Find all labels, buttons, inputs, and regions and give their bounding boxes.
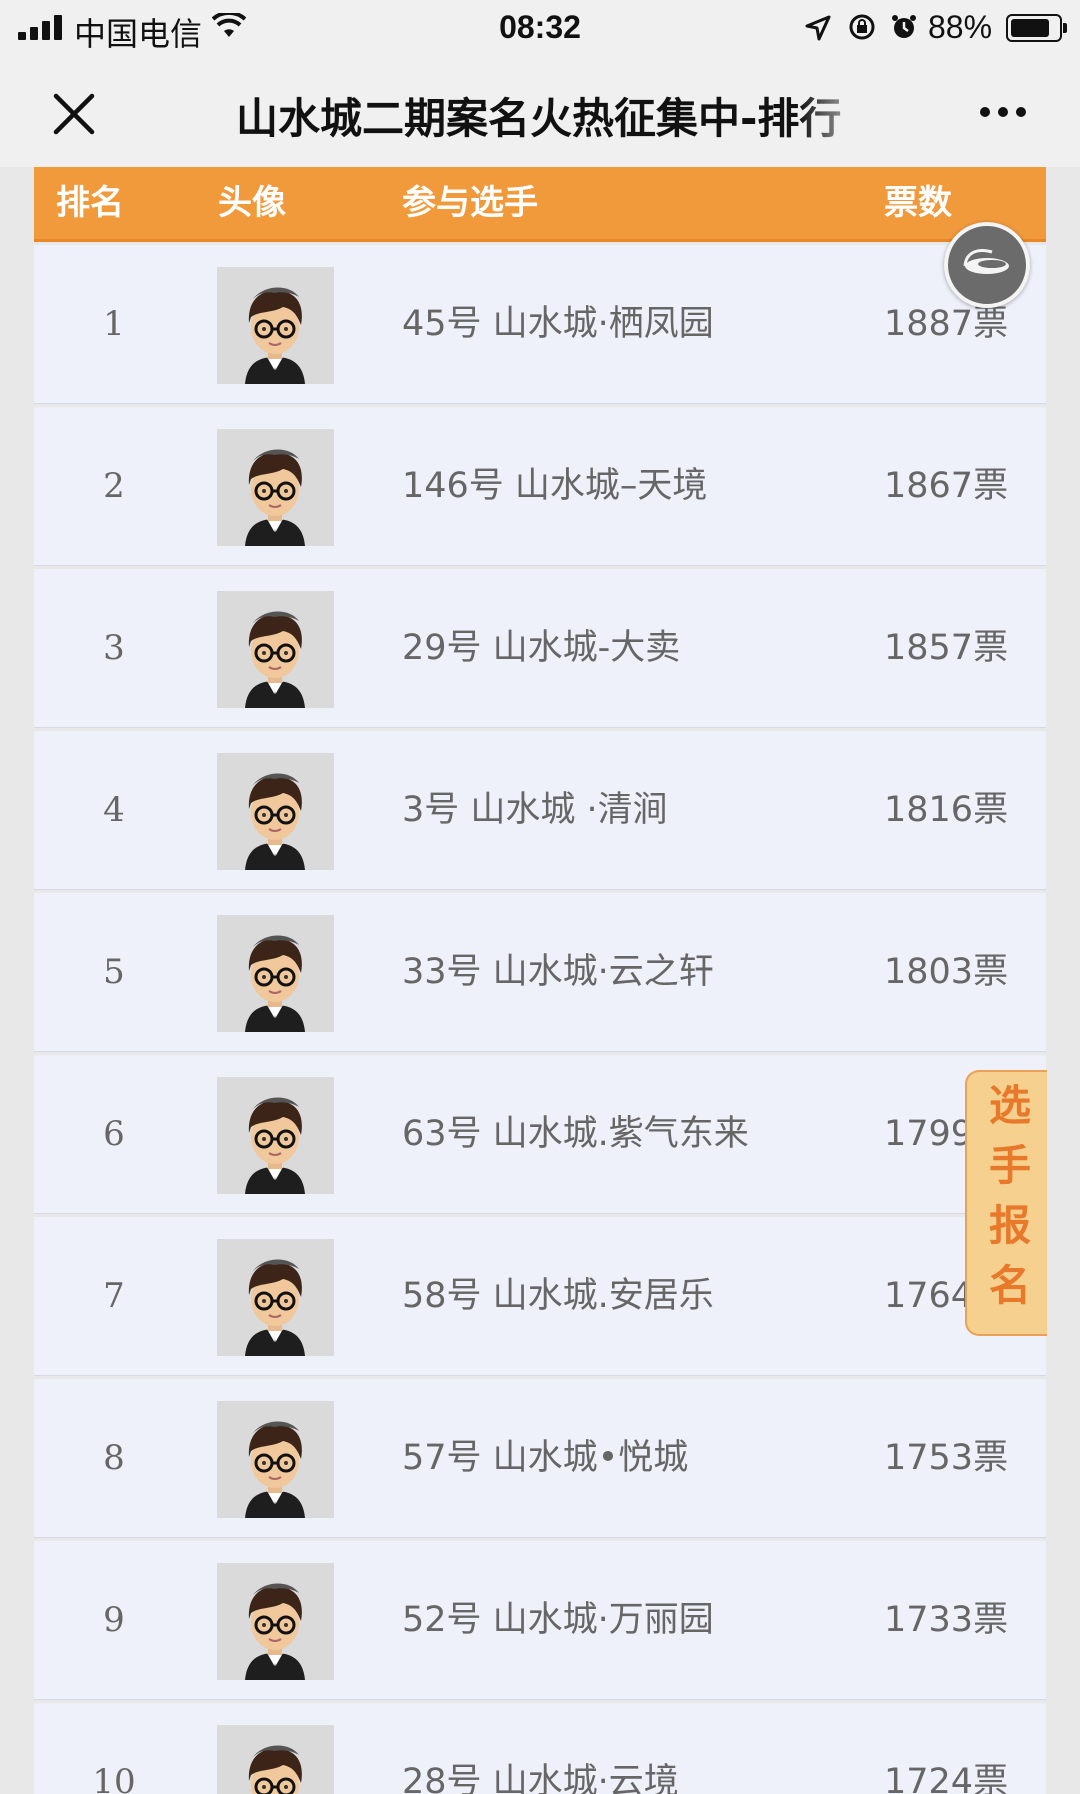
- avatar: [217, 591, 334, 708]
- signup-tab-label: 选手报名: [982, 1083, 1032, 1323]
- player-name: 3号 山水城 ·清涧: [402, 790, 668, 830]
- table-row[interactable]: 5 33号 山水城·云之轩 1803票: [34, 893, 1046, 1052]
- battery-percent: 88%: [928, 9, 993, 45]
- vote-count: 1724票: [884, 1762, 1009, 1794]
- header-player: 参与选手: [402, 183, 538, 223]
- avatar: [217, 1725, 334, 1794]
- music-toggle-button[interactable]: [944, 222, 1030, 308]
- header-votes: 票数: [884, 183, 952, 223]
- signup-tab-button[interactable]: 选手报名: [965, 1070, 1047, 1336]
- status-bar: 中国电信 08:32 88%: [0, 0, 1080, 55]
- table-row[interactable]: 7 58号 山水城.安居乐 1764票: [34, 1217, 1046, 1376]
- player-name: 28号 山水城·云境: [402, 1762, 679, 1794]
- nav-bar: 山水城二期案名火热征集中-排行: [0, 55, 1080, 168]
- vote-count: 1816票: [884, 790, 1009, 830]
- header-rank: 排名: [56, 183, 124, 223]
- avatar: [217, 1563, 334, 1680]
- rank-number: 7: [103, 1276, 125, 1316]
- rank-number: 4: [103, 790, 125, 830]
- player-name: 63号 山水城.紫气东来: [402, 1114, 749, 1154]
- rank-number: 10: [92, 1762, 136, 1794]
- player-name: 45号 山水城·栖凤园: [402, 304, 714, 344]
- avatar: [217, 1239, 334, 1356]
- avatar: [217, 1401, 334, 1518]
- player-name: 58号 山水城.安居乐: [402, 1276, 714, 1316]
- avatar: [217, 915, 334, 1032]
- player-name: 33号 山水城·云之轩: [402, 952, 714, 992]
- rank-number: 8: [103, 1438, 125, 1478]
- header-avatar: 头像: [218, 183, 286, 223]
- table-row[interactable]: 6 63号 山水城.紫气东来 1799票: [34, 1055, 1046, 1214]
- more-options-icon[interactable]: [980, 107, 1026, 117]
- clock: 08:32: [499, 9, 581, 45]
- alarm-icon: [890, 12, 918, 49]
- table-row[interactable]: 8 57号 山水城•悦城 1753票: [34, 1379, 1046, 1538]
- rank-number: 6: [103, 1114, 125, 1154]
- rank-number: 9: [103, 1600, 125, 1640]
- avatar: [217, 753, 334, 870]
- table-row[interactable]: 4 3号 山水城 ·清涧 1816票: [34, 731, 1046, 890]
- avatar: [217, 1077, 334, 1194]
- rank-number: 5: [103, 952, 125, 992]
- location-arrow-icon: [805, 12, 831, 49]
- vote-count: 1857票: [884, 628, 1009, 668]
- page-content: 排名 头像 参与选手 票数 1 45号 山水城·栖凤园 1887票 2 146号…: [0, 167, 1080, 1794]
- rank-number: 2: [103, 466, 125, 506]
- table-row[interactable]: 10 28号 山水城·云境 1724票: [34, 1703, 1046, 1794]
- close-icon[interactable]: [50, 90, 98, 138]
- rank-number: 1: [103, 304, 125, 344]
- rank-number: 3: [103, 628, 125, 668]
- table-row[interactable]: 3 29号 山水城-大卖 1857票: [34, 569, 1046, 728]
- player-name: 29号 山水城-大卖: [402, 628, 681, 668]
- vote-count: 1733票: [884, 1600, 1009, 1640]
- page-title: 山水城二期案名火热征集中-排行: [236, 94, 842, 143]
- vote-count: 1753票: [884, 1438, 1009, 1478]
- ranking-table: 排名 头像 参与选手 票数 1 45号 山水城·栖凤园 1887票 2 146号…: [34, 167, 1046, 1794]
- player-name: 52号 山水城·万丽园: [402, 1600, 714, 1640]
- avatar: [217, 267, 334, 384]
- battery-icon: [1006, 14, 1067, 42]
- table-row[interactable]: 2 146号 山水城–天境 1867票: [34, 407, 1046, 566]
- vote-count: 1867票: [884, 466, 1009, 506]
- player-name: 57号 山水城•悦城: [402, 1438, 689, 1478]
- avatar: [217, 429, 334, 546]
- table-row[interactable]: 1 45号 山水城·栖凤园 1887票: [34, 245, 1046, 404]
- table-row[interactable]: 9 52号 山水城·万丽园 1733票: [34, 1541, 1046, 1700]
- rotation-lock-icon: [848, 12, 876, 49]
- vote-count: 1803票: [884, 952, 1009, 992]
- table-header: 排名 头像 参与选手 票数: [34, 167, 1046, 242]
- player-name: 146号 山水城–天境: [402, 466, 708, 506]
